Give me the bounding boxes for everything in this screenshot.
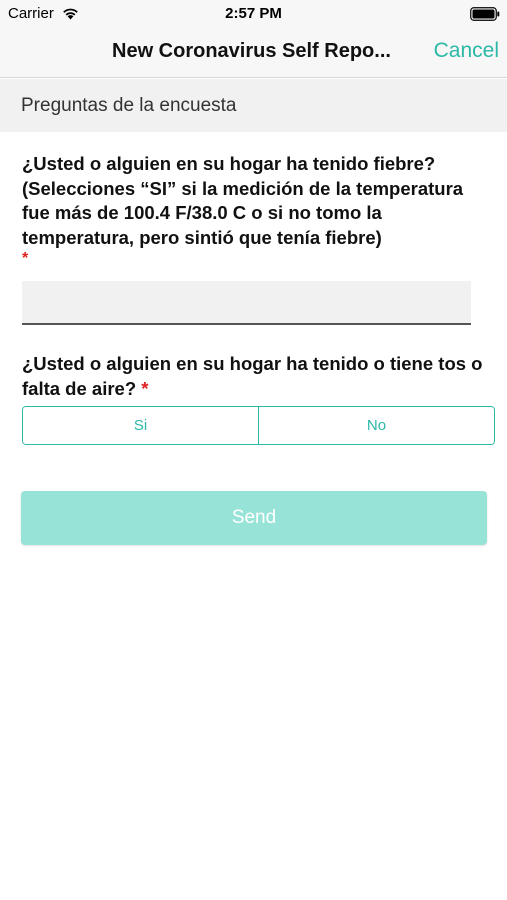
section-header: Preguntas de la encuesta	[0, 79, 507, 132]
navigation-bar: New Coronavirus Self Repo... Cancel	[0, 28, 507, 78]
question-cough: ¿Usted o alguien en su hogar ha tenido o…	[22, 352, 492, 401]
question-fever: ¿Usted o alguien en su hogar ha tenido f…	[22, 152, 492, 250]
option-no-button[interactable]: No	[258, 407, 494, 444]
page-title: New Coronavirus Self Repo...	[112, 40, 391, 62]
question-cough-text: ¿Usted o alguien en su hogar ha tenido o…	[22, 353, 483, 399]
option-si-button[interactable]: Si	[23, 407, 258, 444]
send-button[interactable]: Send	[21, 491, 487, 545]
required-indicator: *	[22, 250, 29, 267]
cancel-button[interactable]: Cancel	[434, 39, 499, 63]
survey-screen: Carrier 2:57 PM New Coronavirus Self Rep…	[0, 0, 507, 900]
fever-answer-input[interactable]	[22, 281, 471, 325]
question-fever-text: ¿Usted o alguien en su hogar ha tenido f…	[22, 153, 464, 248]
cough-answer-segmented-control: Si No	[22, 406, 495, 445]
status-bar: Carrier 2:57 PM	[0, 0, 507, 28]
required-indicator: *	[141, 377, 149, 399]
status-time: 2:57 PM	[225, 5, 282, 22]
battery-icon	[470, 7, 500, 21]
section-header-label: Preguntas de la encuesta	[21, 95, 237, 116]
